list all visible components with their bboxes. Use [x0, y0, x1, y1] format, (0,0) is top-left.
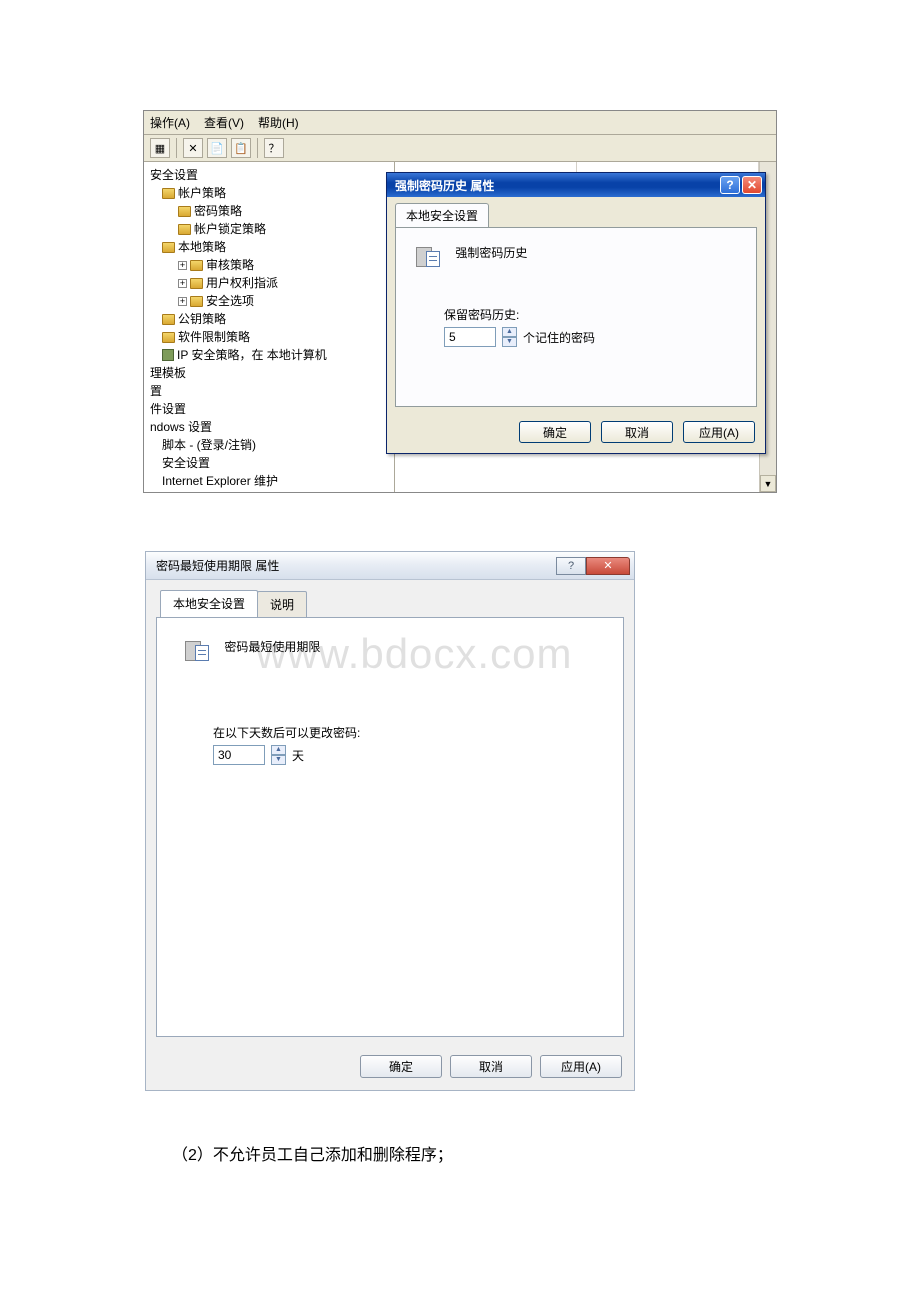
- spin-up-icon[interactable]: ▲: [271, 745, 286, 755]
- policy-icon: [416, 244, 442, 270]
- policy-heading: 强制密码历史: [455, 246, 527, 260]
- menu-help[interactable]: 帮助(H): [258, 114, 299, 131]
- toolbar-separator: [176, 138, 177, 158]
- folder-icon: [162, 314, 175, 325]
- menubar: 操作(A) 查看(V) 帮助(H): [144, 111, 776, 135]
- tree-template[interactable]: 理模板: [150, 364, 186, 382]
- properties-dialog-history: 强制密码历史 属性 ? ✕ 本地安全设置 强制密码历史 保留密码历史:: [386, 172, 766, 454]
- tree-root[interactable]: 安全设置: [150, 166, 198, 184]
- cancel-button[interactable]: 取消: [601, 421, 673, 443]
- folder-icon: [178, 206, 191, 217]
- tab-local-security[interactable]: 本地安全设置: [160, 590, 258, 617]
- toolbar: ▦ ✕ 📄 📋 ？: [144, 135, 776, 162]
- policy-icon: [185, 638, 211, 664]
- spinner-buttons[interactable]: ▲ ▼: [502, 327, 517, 347]
- help-icon[interactable]: ?: [720, 176, 740, 194]
- folder-icon: [162, 242, 175, 253]
- toolbar-properties-icon[interactable]: 📄: [207, 138, 227, 158]
- days-value-input[interactable]: [213, 745, 265, 765]
- toolbar-export-icon[interactable]: 📋: [231, 138, 251, 158]
- tree-account-policy[interactable]: 帐户策略: [178, 184, 226, 202]
- apply-button[interactable]: 应用(A): [683, 421, 755, 443]
- tree-windows-set[interactable]: ndows 设置: [150, 418, 212, 436]
- folder-icon: [190, 278, 203, 289]
- tree-lockout-policy[interactable]: 帐户锁定策略: [194, 220, 266, 238]
- folder-icon: [190, 296, 203, 307]
- cancel-button[interactable]: 取消: [450, 1055, 532, 1078]
- help-icon[interactable]: ?: [556, 557, 586, 575]
- expand-icon[interactable]: +: [178, 261, 187, 270]
- close-icon[interactable]: ✕: [742, 176, 762, 194]
- tree-template2[interactable]: 理模板: [150, 490, 186, 492]
- history-value-input[interactable]: [444, 327, 496, 347]
- ok-button[interactable]: 确定: [519, 421, 591, 443]
- tree-ie-maint[interactable]: Internet Explorer 维护: [162, 472, 278, 490]
- tree-view[interactable]: 安全设置 帐户策略 密码策略 帐户锁定策略 本地策略 + 审核策略 + 用户权利指派…: [144, 162, 394, 492]
- titlebar[interactable]: 密码最短使用期限 属性 ? ✕: [146, 552, 634, 580]
- tree-security-options[interactable]: 安全选项: [206, 292, 254, 310]
- toolbar-separator: [257, 138, 258, 158]
- folder-icon: [162, 332, 175, 343]
- apply-button[interactable]: 应用(A): [540, 1055, 622, 1078]
- change-after-label: 在以下天数后可以更改密码:: [213, 724, 595, 741]
- spin-up-icon[interactable]: ▲: [502, 327, 517, 337]
- mmc-window: 操作(A) 查看(V) 帮助(H) ▦ ✕ 📄 📋 ？ 安全设置 帐户策略 密码…: [143, 110, 777, 493]
- tree-scripts[interactable]: 脚本 - (登录/注销): [162, 436, 256, 454]
- history-unit: 个记住的密码: [523, 329, 595, 346]
- close-icon[interactable]: ✕: [586, 557, 630, 575]
- titlebar[interactable]: 强制密码历史 属性 ? ✕: [387, 173, 765, 197]
- spinner-buttons[interactable]: ▲ ▼: [271, 745, 286, 765]
- ok-button[interactable]: 确定: [360, 1055, 442, 1078]
- dialog-title: 密码最短使用期限 属性: [156, 557, 279, 574]
- tree-password-policy[interactable]: 密码策略: [194, 202, 242, 220]
- tree-software-set[interactable]: 件设置: [150, 400, 186, 418]
- chip-icon: [162, 349, 174, 361]
- toolbar-delete-icon[interactable]: ✕: [183, 138, 203, 158]
- policy-heading: 密码最短使用期限: [224, 640, 320, 654]
- tree-settings-cut[interactable]: 置: [150, 382, 162, 400]
- tree-public-key[interactable]: 公钥策略: [178, 310, 226, 328]
- dialog-title: 强制密码历史 属性: [395, 177, 494, 194]
- folder-icon: [162, 188, 175, 199]
- scroll-down-icon[interactable]: ▼: [760, 475, 776, 492]
- tree-user-rights[interactable]: 用户权利指派: [206, 274, 278, 292]
- days-unit: 天: [292, 747, 304, 764]
- tab-description[interactable]: 说明: [257, 591, 307, 618]
- menu-action[interactable]: 操作(A): [150, 114, 190, 131]
- tree-audit-policy[interactable]: 审核策略: [206, 256, 254, 274]
- tree-ip-policy[interactable]: IP 安全策略，在 本地计算机: [177, 346, 327, 364]
- spin-down-icon[interactable]: ▼: [502, 337, 517, 347]
- toolbar-help-icon[interactable]: ？: [264, 138, 284, 158]
- keep-history-label: 保留密码历史:: [444, 306, 736, 323]
- caption-text: （2）不允许员工自己添加和删除程序；: [172, 1141, 920, 1165]
- expand-icon[interactable]: +: [178, 279, 187, 288]
- tree-local-policy[interactable]: 本地策略: [178, 238, 226, 256]
- expand-icon[interactable]: +: [178, 297, 187, 306]
- folder-icon: [190, 260, 203, 271]
- tab-local-security[interactable]: 本地安全设置: [395, 203, 489, 227]
- spin-down-icon[interactable]: ▼: [271, 755, 286, 765]
- properties-dialog-min-age: 密码最短使用期限 属性 ? ✕ www.bdocx.com 本地安全设置 说明 …: [145, 551, 635, 1091]
- tree-software-restrict[interactable]: 软件限制策略: [178, 328, 250, 346]
- folder-icon: [178, 224, 191, 235]
- toolbar-btn-1[interactable]: ▦: [150, 138, 170, 158]
- tree-sec-set[interactable]: 安全设置: [162, 454, 210, 472]
- menu-view[interactable]: 查看(V): [204, 114, 244, 131]
